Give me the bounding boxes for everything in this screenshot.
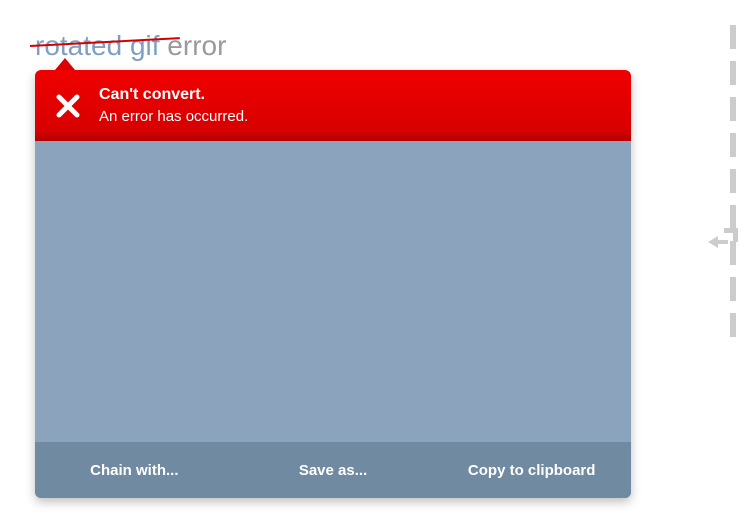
dash-segment [730,205,736,229]
dash-segment [730,277,736,301]
arrow-left-icon [708,236,718,248]
dash-segment [730,25,736,49]
save-as-button[interactable]: Save as... [234,444,433,497]
error-banner: Can't convert. An error has occurred. [35,70,631,141]
dash-segment [730,61,736,85]
dash-segment [730,313,736,337]
dash-segment [730,97,736,121]
close-icon [53,91,83,121]
copy-to-clipboard-button[interactable]: Copy to clipboard [432,444,631,497]
chain-with-button[interactable]: Chain with... [35,444,234,497]
panel-footer: Chain with... Save as... Copy to clipboa… [35,442,631,498]
dash-segment [730,169,736,193]
error-message: An error has occurred. [99,106,248,127]
title-suffix: error [160,30,227,61]
error-text-block: Can't convert. An error has occurred. [99,84,248,127]
error-heading: Can't convert. [99,84,248,106]
dash-segment [730,133,736,157]
crop-guide-vertical [730,25,736,349]
panel-body [35,141,631,442]
result-panel: Can't convert. An error has occurred. Ch… [35,70,631,498]
crop-handle[interactable] [708,228,738,248]
tooltip-caret [55,58,75,70]
